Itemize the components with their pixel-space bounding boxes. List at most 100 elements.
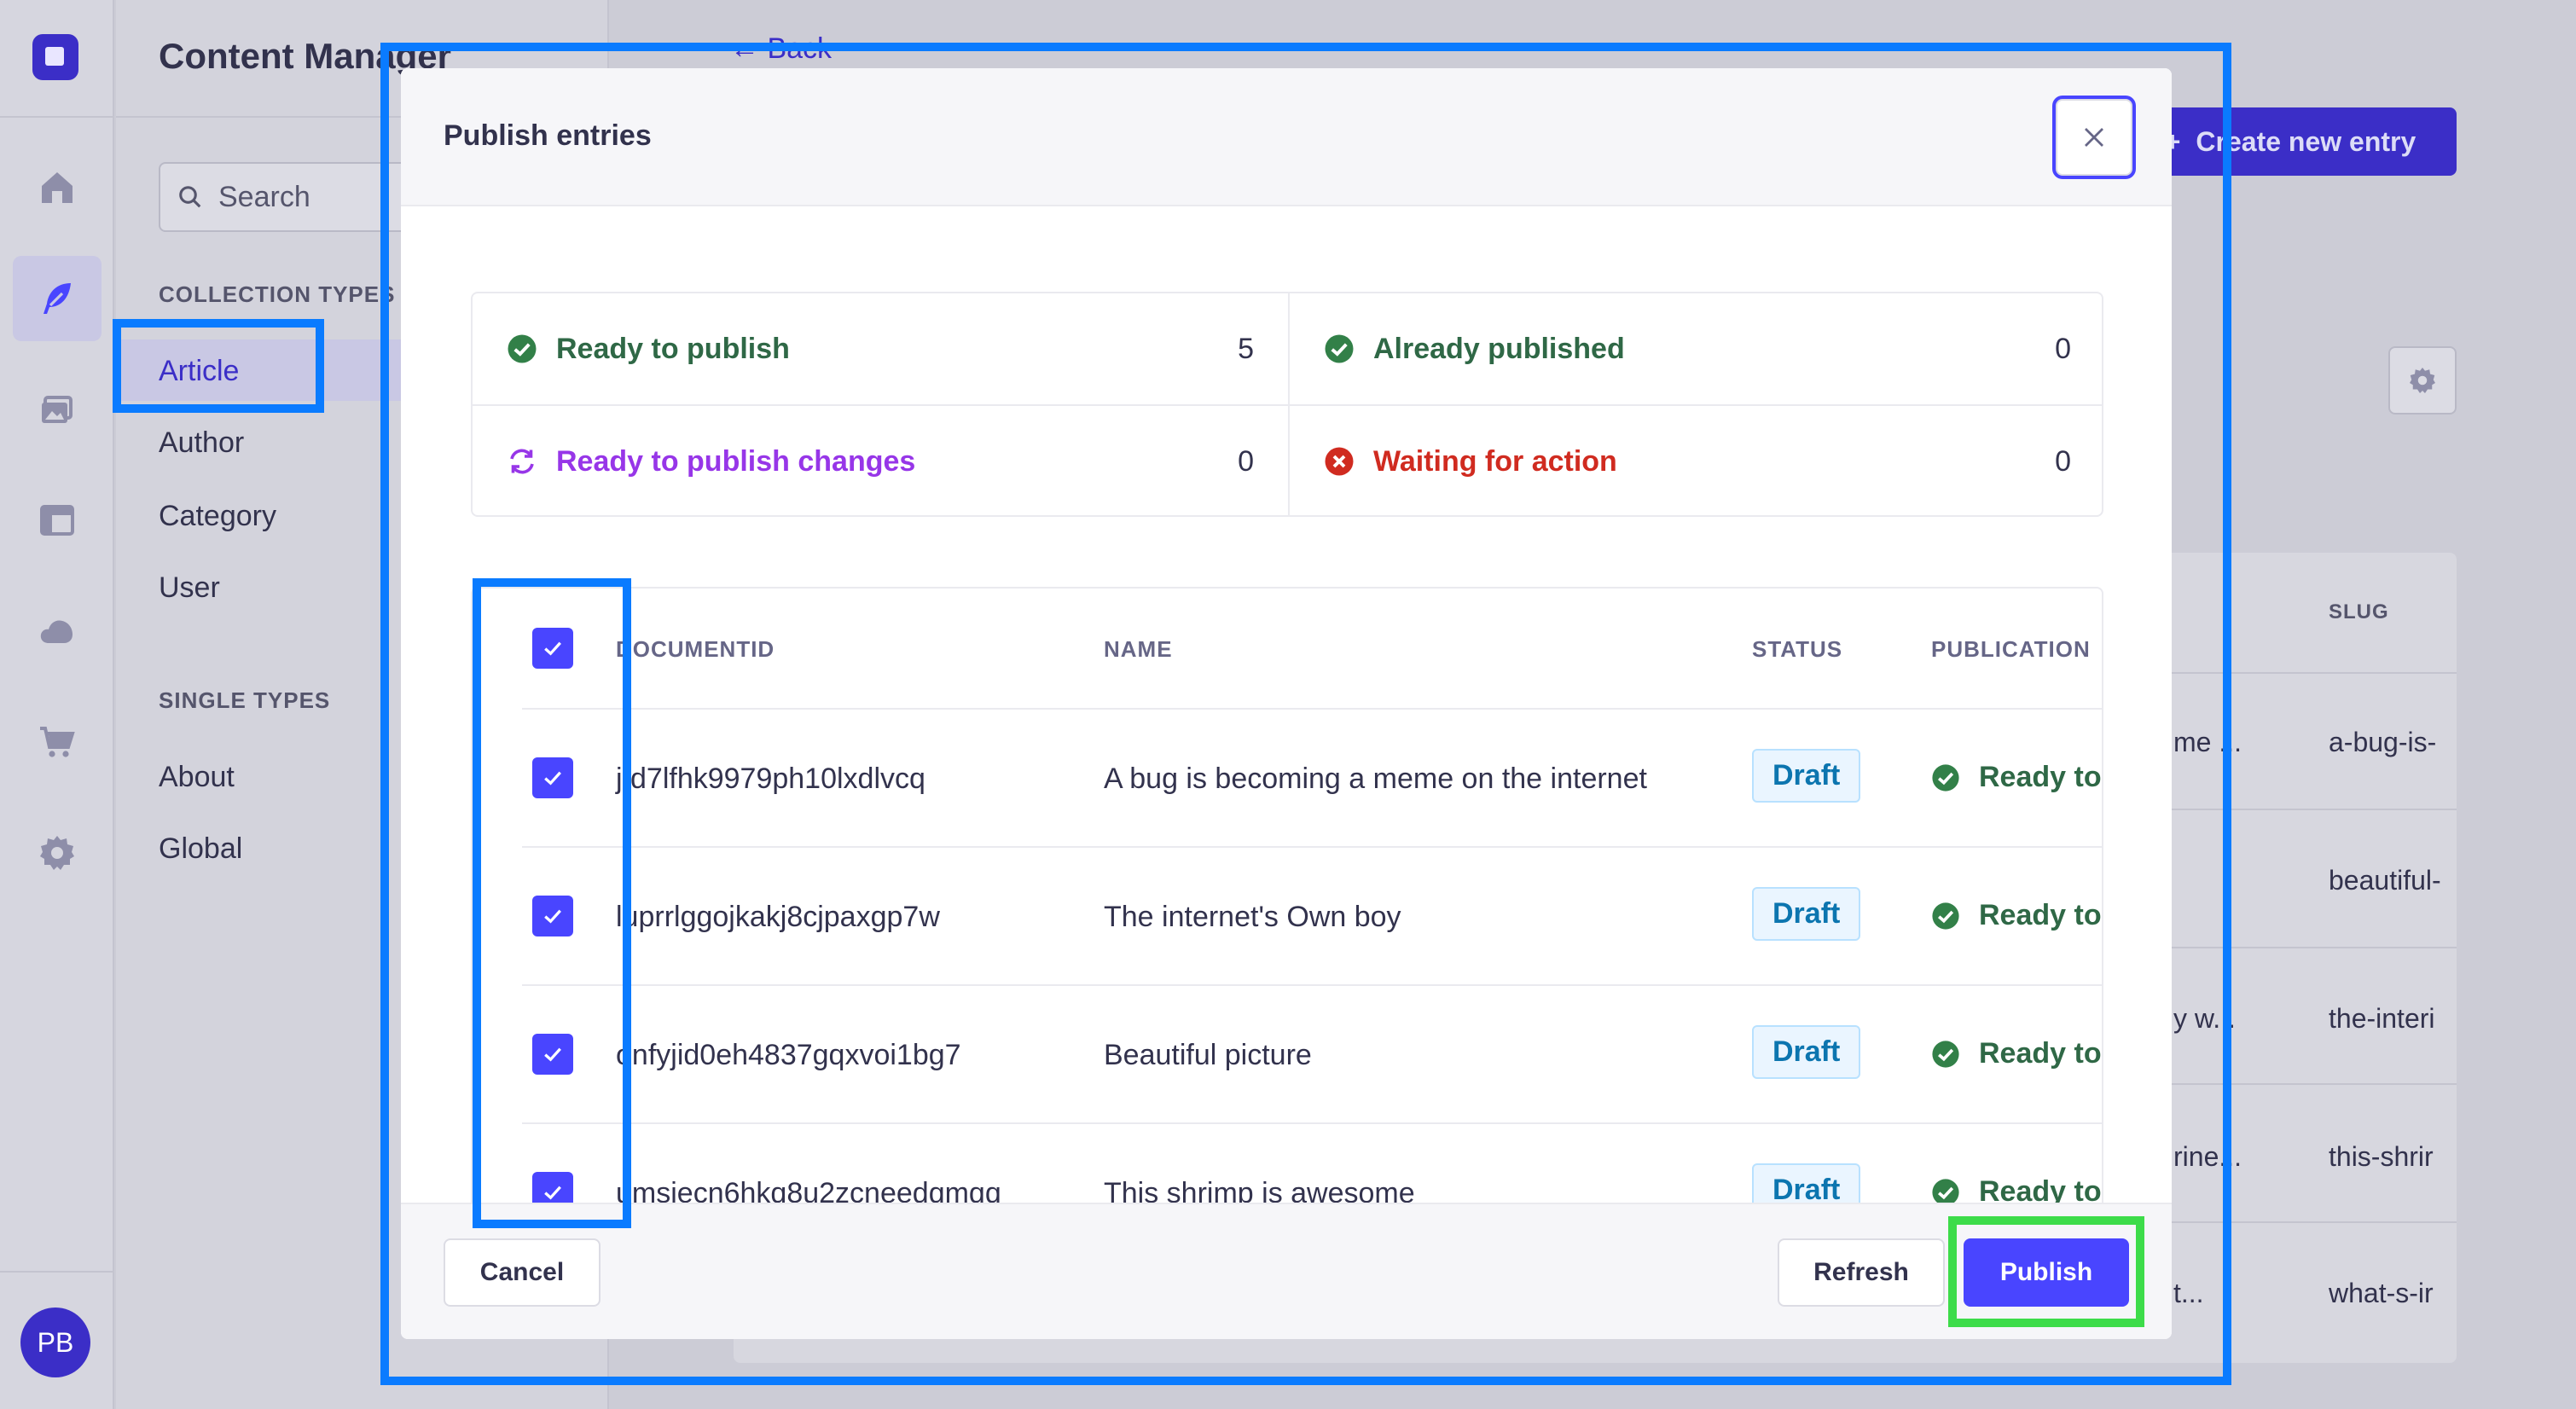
create-new-entry-button[interactable]: + Create new entry: [2124, 107, 2457, 176]
publication-cell: Ready to publish: [1931, 899, 2102, 932]
already-published-label: Already published: [1373, 332, 1625, 365]
column-header-documentid[interactable]: DOCUMENTID: [616, 636, 775, 663]
sidebar-item-user[interactable]: User: [159, 571, 220, 605]
check-circle-icon: [508, 334, 537, 363]
bg-slug-cell: the-interi: [2329, 1003, 2435, 1034]
publication-cell: Ready to publish: [1931, 761, 2102, 794]
cancel-button[interactable]: Cancel: [444, 1238, 600, 1307]
logo-icon[interactable]: [32, 34, 78, 80]
waiting-for-action-count: 0: [2055, 444, 2071, 478]
table-row[interactable]: onfyjid0eh4837gqxvoi1bg7 Beautiful pictu…: [473, 986, 2102, 1124]
dialog-footer: Cancel Refresh Publish: [401, 1203, 2172, 1339]
search-placeholder: Search: [218, 180, 310, 213]
media-library-icon[interactable]: [13, 367, 102, 452]
search-icon: [179, 186, 201, 208]
publish-summary: Ready to publish 5 Already published 0 R…: [471, 292, 2103, 517]
collection-types-heading: COLLECTION TYPES: [159, 281, 396, 307]
check-icon: [544, 641, 561, 656]
bg-slug-cell: this-shrir: [2329, 1141, 2434, 1172]
publication-status-text: Ready to publish: [1979, 761, 2102, 793]
publication-cell: Ready to publish: [1931, 1037, 2102, 1070]
publication-status-text: Ready to publish: [1979, 899, 2102, 931]
back-label: Back: [767, 32, 833, 65]
ready-to-publish-count: 5: [1238, 332, 1254, 365]
content-type-builder-icon[interactable]: [13, 478, 102, 563]
table-row[interactable]: luprrlggojkakj8cjpaxgp7w The internet's …: [473, 848, 2102, 986]
check-icon: [544, 909, 561, 924]
check-circle-icon: [1932, 902, 1959, 930]
sidebar-item-category[interactable]: Category: [159, 500, 276, 533]
bg-slug-cell: a-bug-is-: [2329, 727, 2437, 757]
column-header-publication[interactable]: PUBLICATION: [1931, 636, 2091, 663]
ready-to-publish-changes-label: Ready to publish changes: [556, 444, 916, 478]
single-types-heading: SINGLE TYPES: [159, 687, 331, 713]
sidebar-item-global[interactable]: Global: [159, 832, 242, 866]
summary-waiting-for-action: Waiting for action 0: [1290, 406, 2105, 517]
bg-name-cell: y w...: [2173, 1003, 2236, 1034]
check-icon: [544, 771, 561, 786]
cross-circle-icon: [1325, 447, 1354, 476]
publish-button[interactable]: Publish: [1964, 1238, 2129, 1307]
close-button[interactable]: [2056, 99, 2132, 176]
table-row[interactable]: jtd7lfhk9979ph10lxdlvcq A bug is becomin…: [473, 710, 2102, 848]
ready-to-publish-changes-count: 0: [1238, 444, 1254, 478]
check-circle-icon: [1932, 1040, 1959, 1068]
column-header-status[interactable]: STATUS: [1752, 636, 1842, 663]
status-cell: Draft: [1752, 1025, 1861, 1079]
check-icon: [544, 1186, 561, 1200]
gear-icon: [2410, 368, 2435, 393]
status-cell: Draft: [1752, 887, 1861, 941]
column-header-name[interactable]: NAME: [1104, 636, 1173, 663]
bg-name-cell: rine...: [2173, 1141, 2242, 1172]
dialog-title: Publish entries: [444, 119, 652, 152]
bg-name-cell: me ...: [2173, 727, 2242, 757]
check-circle-icon: [1325, 334, 1354, 363]
check-circle-icon: [1932, 763, 1959, 791]
list-settings-button[interactable]: [2388, 346, 2457, 415]
row-checkbox[interactable]: [532, 896, 573, 936]
summary-already-published: Already published 0: [1290, 293, 2105, 404]
row-checkbox[interactable]: [532, 757, 573, 798]
name-cell: The internet's Own boy: [1104, 901, 1401, 933]
home-icon[interactable]: [13, 145, 102, 230]
search-input[interactable]: Search: [159, 162, 415, 232]
status-badge: Draft: [1752, 749, 1861, 803]
name-cell: Beautiful picture: [1104, 1039, 1312, 1071]
documentid-cell: onfyjid0eh4837gqxvoi1bg7: [616, 1039, 961, 1071]
dialog-header: Publish entries: [401, 68, 2172, 206]
entries-table: DOCUMENTID NAME STATUS PUBLICATION jtd7l…: [471, 587, 2103, 1269]
name-cell: A bug is becoming a meme on the internet: [1104, 762, 1647, 795]
publication-status-text: Ready to publish: [1979, 1037, 2102, 1070]
waiting-for-action-label: Waiting for action: [1373, 444, 1617, 478]
ready-to-publish-label: Ready to publish: [556, 332, 790, 365]
row-checkbox[interactable]: [532, 1034, 573, 1075]
close-icon: [2085, 128, 2103, 147]
bg-slug-cell: beautiful-: [2329, 865, 2441, 896]
summary-ready-to-publish: Ready to publish 5: [473, 293, 1288, 404]
table-header-row: DOCUMENTID NAME STATUS PUBLICATION: [473, 589, 2102, 710]
status-badge: Draft: [1752, 1025, 1861, 1079]
refresh-button[interactable]: Refresh: [1778, 1238, 1945, 1307]
already-published-count: 0: [2055, 332, 2071, 365]
select-all-checkbox[interactable]: [532, 628, 573, 669]
documentid-cell: luprrlggojkakj8cjpaxgp7w: [616, 901, 940, 933]
content-manager-icon[interactable]: [13, 256, 102, 341]
cloud-icon[interactable]: [13, 589, 102, 674]
back-link[interactable]: ← Back: [730, 32, 832, 66]
marketplace-icon[interactable]: [13, 699, 102, 785]
create-new-entry-label: Create new entry: [2196, 125, 2416, 157]
sidebar-item-author[interactable]: Author: [159, 426, 244, 460]
arrow-left-icon: ←: [730, 32, 759, 65]
slug-column-header: SLUG: [2329, 600, 2389, 623]
sidebar-item-about[interactable]: About: [159, 761, 235, 794]
sidebar-item-article[interactable]: Article: [159, 355, 239, 388]
user-avatar[interactable]: PB: [20, 1308, 90, 1377]
summary-ready-to-publish-changes: Ready to publish changes 0: [473, 406, 1288, 517]
bg-name-cell: t...: [2173, 1278, 2204, 1308]
main-nav-rail: PB: [0, 0, 114, 1409]
bg-slug-cell: what-s-ir: [2329, 1278, 2434, 1308]
refresh-arrows-icon: [510, 449, 534, 474]
documentid-cell: jtd7lfhk9979ph10lxdlvcq: [616, 762, 925, 795]
status-cell: Draft: [1752, 749, 1861, 803]
settings-icon[interactable]: [13, 810, 102, 896]
